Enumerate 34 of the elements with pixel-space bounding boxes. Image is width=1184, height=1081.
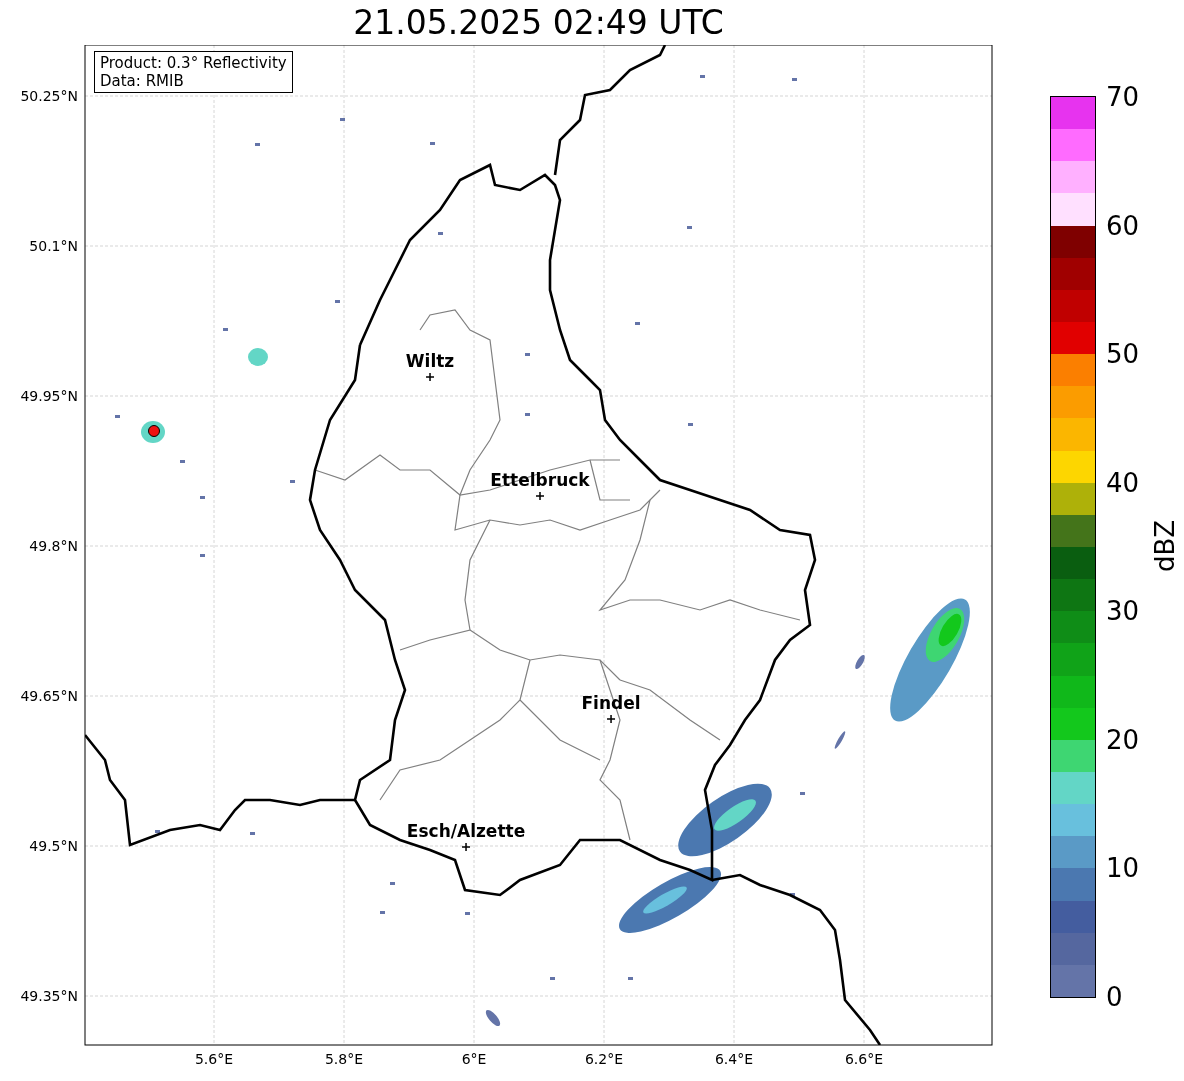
axis-tick-label: 5.6°E — [194, 1051, 234, 1067]
radar-site-icon — [148, 425, 160, 437]
axis-tick-label: 49.95°N — [20, 388, 78, 404]
city-marker-icon — [606, 714, 616, 724]
axis-tick-label: 6.6°E — [844, 1051, 884, 1067]
data-source-text: Data: RMIB — [100, 72, 185, 90]
colorbar-tick-label: 30 — [1105, 597, 1140, 626]
colorbar-tick-label: 10 — [1105, 854, 1140, 883]
city-label: Esch/Alzette — [406, 821, 526, 841]
colorbar-tick-label: 60 — [1105, 211, 1140, 240]
axis-tick-label: 49.35°N — [20, 988, 78, 1004]
axis-tick-label: 49.8°N — [29, 538, 78, 554]
axis-tick-label: 49.65°N — [20, 688, 78, 704]
product-text: Product: 0.3° Reflectivity — [100, 54, 287, 72]
axis-tick-label: 50.1°N — [29, 238, 78, 254]
axis-tick-label: 6.2°E — [584, 1051, 624, 1067]
city-label: Wiltz — [405, 351, 455, 371]
colorbar-tick-label: 50 — [1105, 340, 1140, 369]
axis-tick-label: 5.8°E — [324, 1051, 364, 1067]
colorbar-tick-label: 0 — [1105, 982, 1124, 1011]
colorbar-tick-label: 70 — [1105, 83, 1140, 111]
axis-tick-label: 50.25°N — [20, 88, 78, 104]
colorbar-tick-label: 40 — [1105, 468, 1140, 497]
chart-title: 21.05.2025 02:49 UTC — [353, 2, 724, 43]
city-marker-icon — [425, 372, 435, 382]
axis-tick-label: 6.4°E — [714, 1051, 754, 1067]
city-marker-icon — [461, 842, 471, 852]
axis-tick-label: 6°E — [461, 1051, 487, 1067]
colorbar-tick-label: 20 — [1105, 725, 1140, 754]
city-label: Findel — [581, 693, 641, 713]
colorbar-label: dBZ — [1150, 519, 1181, 573]
city-label: Ettelbruck — [490, 470, 590, 490]
axis-tick-label: 49.5°N — [29, 838, 78, 854]
city-marker-icon — [535, 491, 545, 501]
